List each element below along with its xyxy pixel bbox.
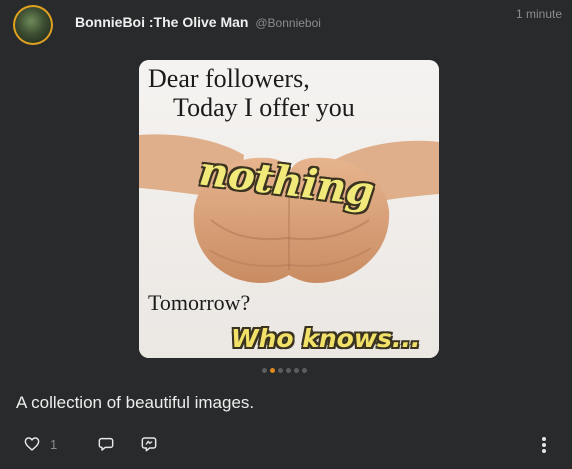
post-card: BonnieBoi :The Olive Man @Bonnieboi 1 mi… [0,0,572,469]
avatar-image [15,7,51,43]
carousel-indicator [262,368,307,373]
timestamp[interactable]: 1 minute [516,7,562,21]
carousel-dot-active[interactable] [270,368,275,373]
more-options-button[interactable] [540,436,548,454]
carousel-dot[interactable] [278,368,283,373]
reply-button[interactable] [98,436,114,452]
avatar[interactable] [13,5,53,45]
like-button[interactable]: 1 [24,436,57,452]
carousel-dot[interactable] [262,368,267,373]
post-actions: 1 [0,436,572,462]
display-name[interactable]: BonnieBoi :The Olive Man [75,14,248,30]
carousel-dot[interactable] [294,368,299,373]
carousel-dot[interactable] [302,368,307,373]
image-text-line3: Tomorrow? [148,290,251,315]
image-text-line4: Who knows... [231,324,421,353]
speech-bubble-icon [98,437,114,451]
quote-button[interactable] [141,436,157,452]
post-header: BonnieBoi :The Olive Man @Bonnieboi [75,14,321,30]
heart-icon [24,437,40,451]
post-caption: A collection of beautiful images. [16,393,255,412]
post-image[interactable]: Dear followers, Today I offer you nothin… [139,60,439,358]
image-text-line2: Today I offer you [173,93,355,122]
quote-bubble-icon [141,437,157,452]
vertical-ellipsis-icon [542,437,546,453]
like-count: 1 [50,436,58,452]
carousel-dot[interactable] [286,368,291,373]
user-handle[interactable]: @Bonnieboi [255,16,321,30]
image-text-line1: Dear followers, [148,64,310,93]
